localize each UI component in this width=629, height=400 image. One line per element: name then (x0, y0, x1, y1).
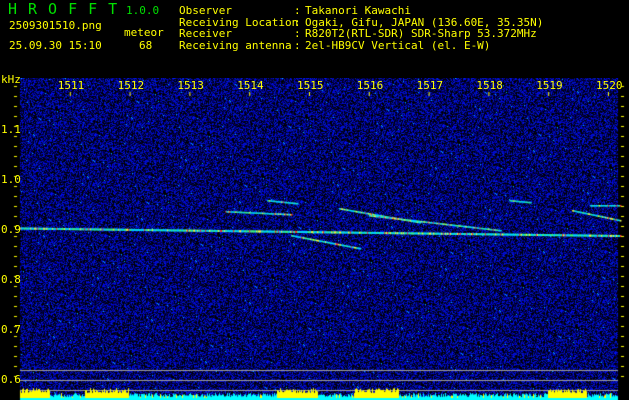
y-tick-label: 1.1 (1, 123, 21, 136)
x-tick-label: 1516 (356, 79, 384, 92)
x-tick-label: 1519 (536, 79, 563, 92)
meteor-count-label: meteor (124, 26, 164, 39)
x-tick-label: 1512 (117, 79, 145, 92)
app-version: 1.0.0 (126, 4, 160, 17)
y-tick-label: 0.9 (1, 223, 21, 236)
info-value: 2el-HB9CV Vertical (el. E-W) (305, 38, 491, 52)
x-tick-label: 1520 (596, 79, 623, 92)
datetime: 25.09.30 15:10 (9, 39, 102, 52)
y-axis-label: kHz (1, 73, 21, 86)
x-tick-label: 1511 (57, 79, 85, 92)
x-tick-label: 1515 (297, 79, 324, 92)
x-tick-label: 1517 (416, 79, 444, 92)
x-tick-label: 1513 (177, 79, 204, 92)
y-tick-label: 0.7 (1, 323, 21, 336)
x-tick-label: 1514 (237, 79, 264, 92)
info-sep: : (294, 38, 301, 52)
spectrogram (0, 78, 629, 400)
info-label: Receiving antenna (179, 38, 292, 52)
app-logo: HROFFT (8, 0, 129, 18)
y-tick-label: 1.0 (1, 173, 21, 186)
meteor-count-value: 68 (139, 39, 153, 52)
y-tick-label: 0.6 (1, 373, 21, 386)
x-tick-label: 1518 (476, 79, 503, 92)
y-tick-label: 0.8 (1, 273, 21, 286)
filename: 2509301510.png (9, 19, 102, 32)
